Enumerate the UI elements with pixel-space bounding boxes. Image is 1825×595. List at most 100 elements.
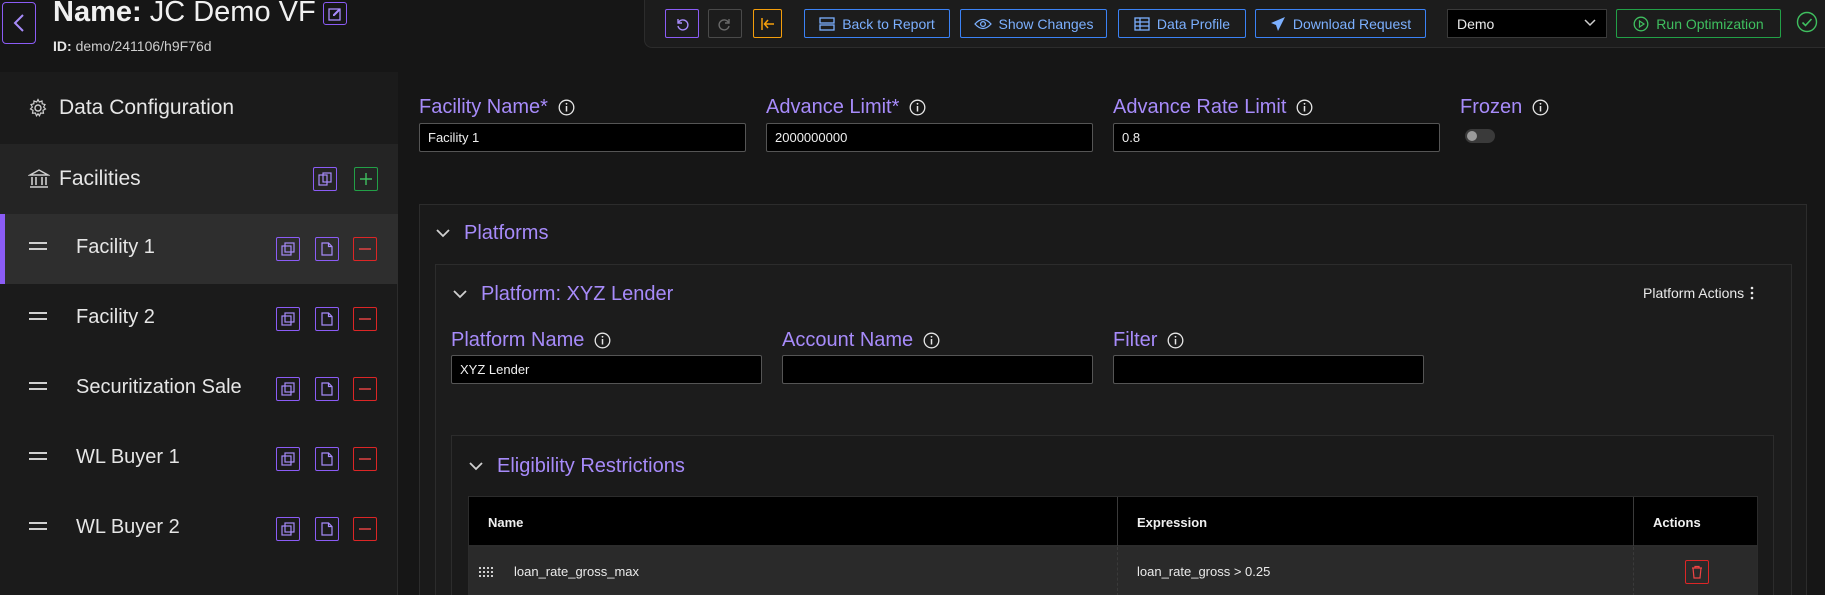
frozen-label-text: Frozen	[1460, 96, 1523, 118]
back-to-report-button[interactable]: Back to Report	[804, 9, 950, 38]
drag-handle-icon[interactable]	[29, 312, 47, 320]
document-button[interactable]	[315, 237, 339, 261]
account-name-label: Account Name	[782, 329, 940, 352]
run-optimization-label: Run Optimization	[1656, 15, 1764, 32]
drag-handle-icon[interactable]	[29, 452, 47, 460]
sidebar-item[interactable]: WL Buyer 1	[0, 424, 398, 494]
sidebar-item-label: WL Buyer 1	[76, 446, 180, 468]
advance-rate-limit-input[interactable]: 0.8	[1113, 123, 1440, 152]
document-icon	[321, 382, 333, 396]
info-icon[interactable]	[594, 332, 611, 349]
platforms-title: Platforms	[464, 222, 549, 244]
copy-button[interactable]	[276, 447, 300, 471]
document-icon	[321, 312, 333, 326]
edit-name-button[interactable]	[323, 2, 347, 25]
copy-button[interactable]	[276, 517, 300, 541]
collapse-button[interactable]	[753, 9, 782, 38]
edit-icon	[328, 7, 341, 21]
run-optimization-button[interactable]: Run Optimization	[1616, 9, 1781, 38]
eligibility-header[interactable]: Eligibility Restrictions	[469, 455, 685, 478]
back-to-report-label: Back to Report	[842, 15, 935, 32]
add-facility-button[interactable]	[354, 167, 378, 191]
platform-name-label: Platform Name	[451, 329, 611, 352]
report-icon	[819, 16, 835, 31]
cell-name[interactable]: loan_rate_gross_max	[514, 547, 1114, 595]
sidebar: Data Configuration Facilities Facility 1…	[0, 72, 398, 595]
environment-select[interactable]: Demo	[1447, 9, 1607, 38]
data-profile-button[interactable]: Data Profile	[1118, 9, 1246, 38]
info-icon[interactable]	[1532, 99, 1549, 116]
drag-handle-icon[interactable]	[29, 522, 47, 530]
copy-button[interactable]	[276, 307, 300, 331]
back-button[interactable]	[2, 2, 36, 44]
info-icon[interactable]	[1296, 99, 1313, 116]
sidebar-item[interactable]: Facility 1	[0, 214, 398, 284]
table-icon	[1134, 16, 1150, 31]
advance-limit-label: Advance Limit*	[766, 96, 926, 119]
remove-button[interactable]	[353, 307, 377, 331]
arrow-to-left-icon	[760, 17, 774, 30]
minus-icon	[359, 248, 371, 250]
sidebar-data-configuration-label: Data Configuration	[59, 96, 235, 119]
cell-expression[interactable]: loan_rate_gross > 0.25	[1117, 547, 1633, 595]
filter-input[interactable]	[1113, 355, 1424, 384]
chevron-down-icon	[469, 462, 483, 471]
drag-handle-icon[interactable]	[29, 382, 47, 390]
remove-button[interactable]	[353, 447, 377, 471]
remove-button[interactable]	[353, 377, 377, 401]
platform-name-input[interactable]: XYZ Lender	[451, 355, 762, 384]
facility-name-input[interactable]: Facility 1	[419, 123, 746, 152]
document-button[interactable]	[315, 517, 339, 541]
sidebar-item[interactable]: Facility 2	[0, 284, 398, 354]
copy-button[interactable]	[276, 237, 300, 261]
gear-icon	[29, 98, 47, 118]
platform-header[interactable]: Platform: XYZ Lender	[453, 283, 673, 306]
info-icon[interactable]	[1167, 332, 1184, 349]
document-button[interactable]	[315, 447, 339, 471]
sidebar-facilities[interactable]: Facilities	[0, 144, 398, 214]
sidebar-facilities-label: Facilities	[59, 167, 141, 190]
download-request-label: Download Request	[1292, 15, 1412, 32]
copy-icon	[281, 312, 295, 326]
paste-icon	[318, 172, 332, 186]
delete-row-button[interactable]	[1684, 559, 1709, 584]
drag-handle-icon[interactable]	[29, 242, 47, 250]
paste-facility-button[interactable]	[313, 167, 337, 191]
info-icon[interactable]	[558, 99, 575, 116]
info-icon[interactable]	[909, 99, 926, 116]
account-name-input[interactable]	[782, 355, 1093, 384]
copy-button[interactable]	[276, 377, 300, 401]
column-header-name[interactable]: Name	[469, 497, 1117, 547]
platform-actions-menu[interactable]: Platform Actions	[1643, 285, 1754, 301]
request-id: ID: demo/241106/h9F76d	[53, 38, 212, 54]
document-icon	[321, 522, 333, 536]
document-button[interactable]	[315, 377, 339, 401]
id-value: demo/241106/h9F76d	[75, 38, 212, 54]
sidebar-item[interactable]: WL Buyer 2	[0, 494, 398, 564]
sidebar-item[interactable]: Securitization Sale	[0, 354, 398, 424]
download-request-button[interactable]: Download Request	[1255, 9, 1426, 38]
remove-button[interactable]	[353, 517, 377, 541]
frozen-toggle[interactable]	[1465, 129, 1495, 143]
drag-handle[interactable]	[479, 547, 509, 595]
platforms-header[interactable]: Platforms	[436, 222, 548, 245]
document-button[interactable]	[315, 307, 339, 331]
eligibility-title: Eligibility Restrictions	[497, 455, 685, 477]
info-icon[interactable]	[923, 332, 940, 349]
column-header-expression[interactable]: Expression	[1117, 497, 1633, 547]
table-row[interactable]: loan_rate_gross_max loan_rate_gross > 0.…	[468, 546, 1758, 595]
play-circle-icon	[1633, 16, 1649, 31]
show-changes-button[interactable]: Show Changes	[960, 9, 1107, 38]
sidebar-data-configuration[interactable]: Data Configuration	[0, 72, 398, 144]
remove-button[interactable]	[353, 237, 377, 261]
undo-button[interactable]	[665, 9, 699, 38]
document-icon	[321, 452, 333, 466]
advance-limit-input[interactable]: 2000000000	[766, 123, 1093, 152]
advance-limit-label-text: Advance Limit*	[766, 96, 900, 118]
id-label: ID:	[53, 38, 72, 54]
trash-icon	[1691, 565, 1702, 579]
data-profile-label: Data Profile	[1156, 15, 1231, 32]
cell-actions	[1633, 547, 1759, 595]
chevron-down-icon	[436, 229, 450, 238]
redo-button[interactable]	[708, 9, 742, 38]
